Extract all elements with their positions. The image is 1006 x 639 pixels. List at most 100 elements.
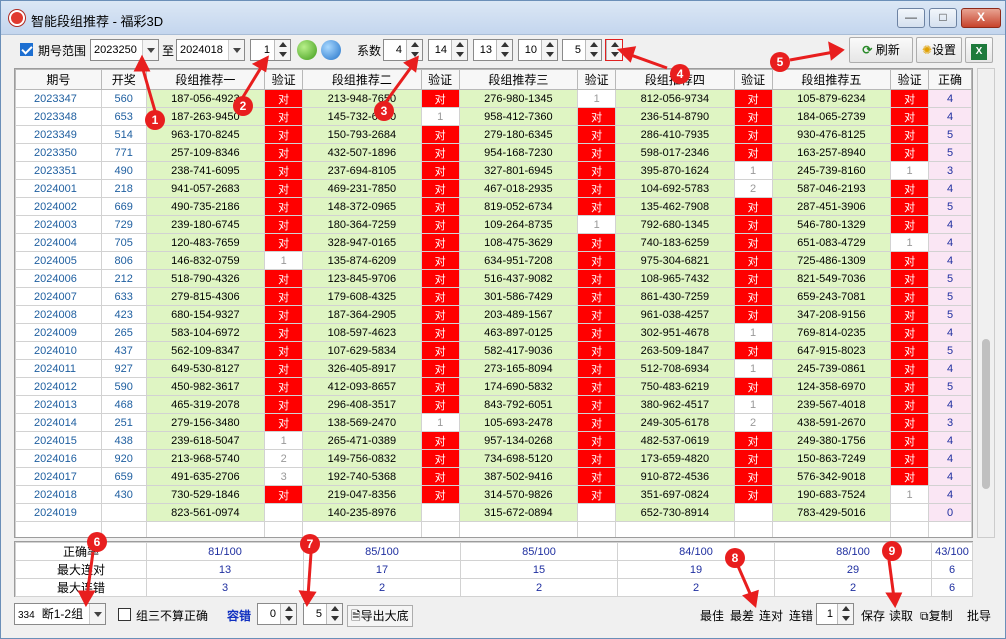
column-header[interactable]: 验证 (890, 69, 930, 90)
settings-button[interactable]: ✺设置 (916, 37, 962, 63)
save-button[interactable]: 保存 (859, 605, 887, 627)
main-window: 智能段组推荐 - 福彩3D — □ X 期号范围 2023250 至 20240… (0, 0, 1006, 639)
table-row[interactable]: 2024013 468 465-319-2078 对 296-408-3517 对 843-… (15, 395, 972, 414)
tolerance-value: 0 (269, 608, 276, 620)
vertical-scrollbar[interactable] (977, 68, 995, 538)
coef-stepper-5[interactable]: 5 (562, 39, 602, 61)
updown-icon[interactable] (274, 40, 290, 60)
table-row[interactable]: 2024015 438 239-618-5047 1 265-471-0389 对 957-… (15, 431, 972, 450)
tolerance-stepper-2[interactable]: 5 (303, 603, 343, 625)
read-button[interactable]: 读取 (887, 605, 915, 627)
group-cell: 975-304-6821 (615, 251, 735, 270)
updown-icon[interactable] (606, 40, 622, 60)
maximize-button[interactable]: □ (929, 8, 957, 28)
coef-stepper-2[interactable]: 14 (428, 39, 468, 61)
table-row[interactable]: 2024011 927 649-530-8127 对 326-405-8917 对 273-… (15, 359, 972, 378)
verify-cell: 对 (420, 233, 460, 252)
column-header[interactable]: 段组推荐二 (302, 69, 422, 90)
batch-export-button[interactable]: 批导 (965, 605, 993, 627)
column-header[interactable]: 验证 (264, 69, 304, 90)
group-cell: 146-832-0759 (145, 251, 266, 270)
table-row[interactable]: 2024003 729 239-180-6745 对 180-364-7259 对 109-… (15, 215, 972, 234)
count-stepper[interactable]: 1 (816, 603, 854, 625)
range-checkbox[interactable] (20, 43, 33, 56)
group-cell: 109-264-8735 (458, 215, 579, 234)
column-header[interactable]: 段组推荐五 (771, 69, 892, 90)
table-row[interactable]: 2024012 590 450-982-3617 对 412-093-8657 对 174-… (15, 377, 972, 396)
updown-icon[interactable] (585, 40, 601, 60)
column-header[interactable]: 开奖 (100, 69, 147, 90)
up-arrow-icon[interactable] (321, 40, 341, 60)
table-row[interactable]: 2024008 423 680-154-9327 对 187-364-2905 对 203-… (15, 305, 972, 324)
range-from-select[interactable]: 2023250 (90, 39, 159, 61)
table-row[interactable]: 2024001 218 941-057-2683 对 469-231-7850 对 467-… (15, 179, 972, 198)
worst-button[interactable]: 最差 (728, 605, 756, 627)
column-header[interactable]: 段组推荐一 (145, 69, 266, 90)
best-button[interactable]: 最佳 (698, 605, 726, 627)
verify-cell: 对 (890, 305, 930, 324)
refresh-button[interactable]: ⟳ 刷新 (849, 37, 913, 63)
table-row[interactable]: 2024014 251 279-156-3480 对 138-569-2470 1 105-… (15, 413, 972, 432)
step-stepper[interactable]: 1 (250, 39, 291, 61)
draw-cell: 633 (100, 287, 147, 306)
lian-cuo-button[interactable]: 连错 (787, 605, 815, 627)
table-row[interactable]: 2024004 705 120-483-7659 对 328-947-0165 对 108-… (15, 233, 972, 252)
stats-label: 最大连对 (15, 560, 147, 579)
coef-stepper-1[interactable]: 4 (383, 39, 423, 61)
chevron-down-icon[interactable] (228, 40, 244, 60)
updown-icon[interactable] (326, 604, 342, 624)
group-cell: 491-635-2706 (145, 467, 266, 486)
table-row[interactable]: 2024017 659 491-635-2706 3 192-740-5368 对 387-… (15, 467, 972, 486)
scroll-thumb[interactable] (982, 339, 990, 489)
range-to-select[interactable]: 2024018 (176, 39, 245, 61)
verify-cell (420, 503, 460, 522)
group-cell: 138-569-2470 (302, 413, 422, 432)
group-cell: 237-694-8105 (302, 161, 422, 180)
table-row[interactable]: 2023350 771 257-109-8346 对 432-507-1896 对 954-… (15, 143, 972, 162)
updown-icon[interactable] (496, 40, 512, 60)
updown-icon[interactable] (451, 40, 467, 60)
coef-stepper-4[interactable]: 10 (518, 39, 558, 61)
table-row[interactable]: 2024010 437 562-109-8347 对 107-629-5834 对 582-… (15, 341, 972, 360)
period-cell: 2024005 (15, 251, 102, 270)
group-mode-select[interactable]: 334 断1-2组 (14, 603, 106, 625)
table-row[interactable]: 2024006 212 518-790-4326 对 123-845-9706 对 516-… (15, 269, 972, 288)
minimize-button[interactable]: — (897, 8, 925, 28)
z3-checkbox[interactable] (118, 608, 131, 621)
column-header[interactable]: 段组推荐三 (458, 69, 579, 90)
lian-dui-button[interactable]: 连对 (757, 605, 785, 627)
group-cell: 174-690-5832 (458, 377, 579, 396)
extra-stepper[interactable] (605, 39, 623, 61)
updown-icon[interactable] (406, 40, 422, 60)
coef-stepper-3[interactable]: 13 (473, 39, 513, 61)
table-row[interactable]: 2024005 806 146-832-0759 1 135-874-6209 对 634-… (15, 251, 972, 270)
table-row[interactable]: 2023347 560 187-056-4923 对 213-948-7650 对 276-… (15, 89, 972, 108)
stats-table: 正确率 81/100 85/100 85/100 84/100 88/100 43/100 最… (14, 541, 973, 597)
export-button[interactable]: 🗎导出大底 (347, 605, 413, 627)
table-row[interactable]: 2024002 669 490-735-2186 对 148-372-0965 对 819-… (15, 197, 972, 216)
table-row[interactable]: 2024016 920 213-968-5740 2 149-756-0832 对 734-… (15, 449, 972, 468)
table-row[interactable]: 2024019 823-561-0974 140-235-8976 315-672-0… (15, 503, 972, 522)
column-header[interactable]: 验证 (420, 69, 460, 90)
updown-icon[interactable] (280, 604, 296, 624)
column-header[interactable]: 验证 (733, 69, 773, 90)
table-row[interactable]: 2024007 633 279-815-4306 对 179-608-4325 对 301-… (15, 287, 972, 306)
table-row[interactable]: 2024009 265 583-104-6972 对 108-597-4623 对 463-… (15, 323, 972, 342)
chevron-down-icon[interactable] (89, 604, 105, 624)
copy-button[interactable]: ⧉复制 (918, 605, 955, 627)
group-cell: 823-561-0974 (145, 503, 266, 522)
updown-icon[interactable] (541, 40, 557, 60)
close-button[interactable]: X (961, 8, 1001, 28)
tolerance-stepper[interactable]: 0 (257, 603, 297, 625)
column-header[interactable]: 正确 (928, 69, 972, 90)
table-row[interactable]: 2023351 490 238-741-6095 对 237-694-8105 对 327-… (15, 161, 972, 180)
verify-cell: 对 (420, 485, 460, 504)
table-row[interactable]: 2024018 430 730-529-1846 对 219-047-8356 对 314-… (15, 485, 972, 504)
chevron-down-icon[interactable] (142, 40, 158, 60)
column-header[interactable]: 验证 (577, 69, 617, 90)
updown-icon[interactable] (837, 604, 853, 624)
column-header[interactable]: 期号 (15, 69, 102, 90)
down-arrow-icon[interactable] (297, 40, 317, 60)
group-cell: 961-038-4257 (615, 305, 735, 324)
excel-button[interactable]: X (965, 37, 993, 63)
